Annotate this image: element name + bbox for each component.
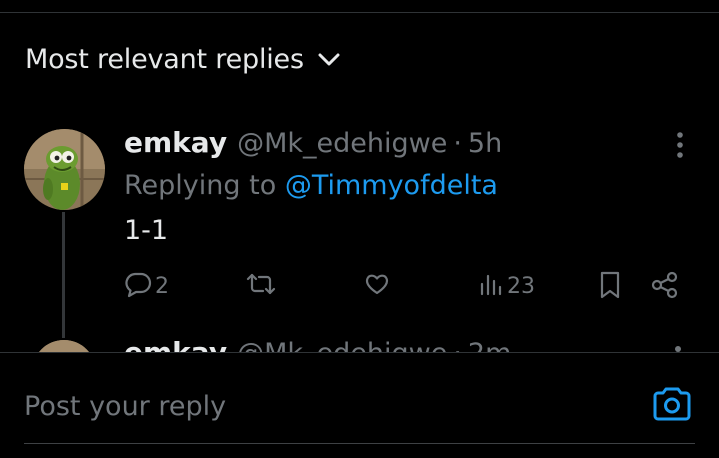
bookmark-icon: [597, 270, 623, 304]
author-name[interactable]: emkay: [124, 126, 227, 159]
composer-underline: [24, 443, 695, 444]
camera-icon[interactable]: [651, 386, 693, 422]
author-handle[interactable]: @Mk_edehigwe: [237, 128, 447, 159]
chevron-down-icon: [318, 53, 340, 67]
avatar[interactable]: [24, 129, 105, 210]
more-vertical-icon[interactable]: [670, 130, 690, 162]
reply-thread-screen: Most relevant replies emkay @Mk_edehigwe…: [0, 0, 719, 458]
post-text: 1-1: [124, 215, 169, 246]
repost-button[interactable]: [245, 270, 280, 302]
replying-to-mention[interactable]: @Timmyofdelta: [285, 170, 498, 201]
bookmark-button[interactable]: [597, 270, 623, 304]
reply-count: 2: [155, 273, 169, 299]
reply-composer: [0, 352, 719, 458]
reply-button[interactable]: 2: [124, 270, 169, 302]
repost-icon: [245, 270, 277, 302]
replying-to-line: Replying to @Timmyofdelta: [124, 170, 498, 201]
share-button[interactable]: [650, 270, 680, 304]
post-timestamp[interactable]: 5h: [468, 128, 502, 159]
like-button[interactable]: [363, 270, 394, 302]
views-icon: [478, 270, 504, 302]
sort-replies-dropdown[interactable]: Most relevant replies: [25, 44, 340, 75]
comment-icon: [124, 270, 152, 302]
views-button[interactable]: 23: [478, 270, 535, 302]
views-count: 23: [507, 273, 535, 299]
heart-icon: [363, 270, 391, 302]
reply-input[interactable]: [24, 381, 614, 431]
replying-prefix: Replying to: [124, 170, 285, 201]
sort-label: Most relevant replies: [25, 44, 304, 75]
share-icon: [650, 270, 680, 304]
separator-dot: ·: [453, 128, 462, 159]
post-header: emkay @Mk_edehigwe · 5h: [124, 126, 502, 159]
thread-connector-line: [62, 212, 65, 338]
top-divider: [0, 12, 719, 13]
